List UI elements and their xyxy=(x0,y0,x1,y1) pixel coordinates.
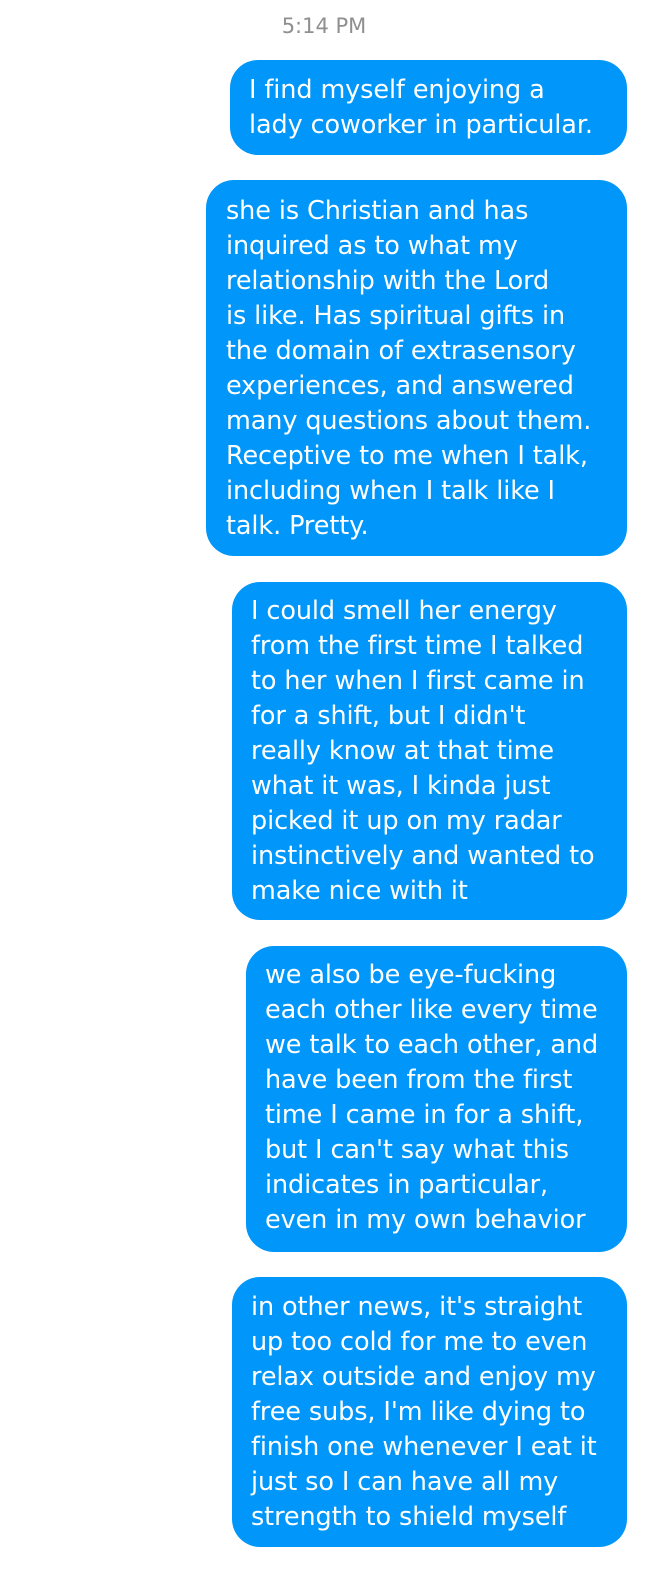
message-thread: 5:14 PM I find myself enjoying a lady co… xyxy=(0,0,648,1585)
sent-message-bubble[interactable]: I find myself enjoying a lady coworker i… xyxy=(230,60,627,155)
sent-message-bubble[interactable]: in other news, it's straight up too cold… xyxy=(232,1277,627,1547)
message-timestamp: 5:14 PM xyxy=(281,14,367,38)
sent-message-bubble[interactable]: I could smell her energy from the first … xyxy=(232,582,627,920)
sent-message-bubble[interactable]: we also be eye-fucking each other like e… xyxy=(246,946,627,1252)
sent-message-bubble[interactable]: she is Christian and has inquired as to … xyxy=(206,180,627,556)
